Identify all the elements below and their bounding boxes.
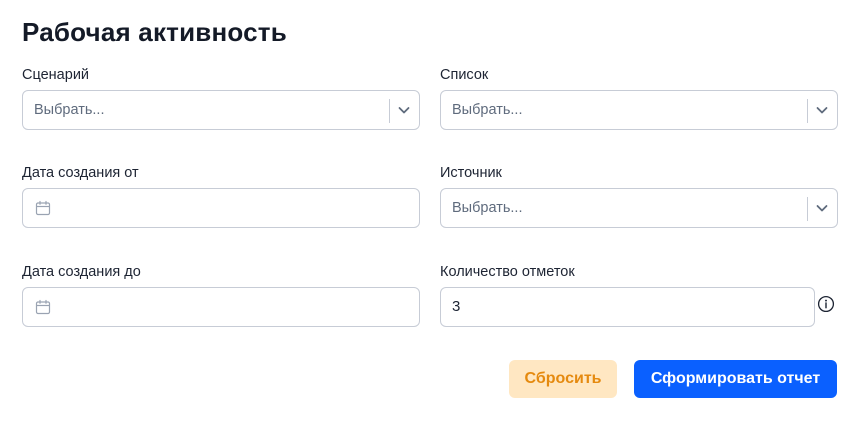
scenario-select[interactable]: Выбрать... (22, 90, 420, 130)
scenario-field: Сценарий Выбрать... (22, 66, 420, 130)
source-field: Источник Выбрать... (440, 164, 838, 228)
scenario-label: Сценарий (22, 67, 90, 83)
chevron-down-icon[interactable] (396, 102, 412, 118)
reset-button[interactable]: Сбросить (509, 360, 617, 398)
calendar-icon (35, 299, 51, 315)
scenario-placeholder: Выбрать... (34, 102, 105, 118)
marks-count-value: 3 (452, 298, 461, 315)
source-select-divider (807, 197, 808, 221)
chevron-down-icon[interactable] (814, 102, 830, 118)
list-placeholder: Выбрать... (452, 102, 523, 118)
created-from-label: Дата создания от (22, 165, 139, 181)
page-title: Рабочая активность (22, 17, 287, 47)
calendar-icon (35, 200, 51, 216)
list-select[interactable]: Выбрать... (440, 90, 838, 130)
scenario-select-divider (389, 99, 390, 123)
source-label: Источник (440, 165, 502, 181)
source-placeholder: Выбрать... (452, 200, 523, 216)
created-to-date-input[interactable] (22, 287, 420, 327)
marks-count-input[interactable]: 3 (440, 287, 815, 327)
info-icon[interactable] (817, 295, 835, 313)
source-select[interactable]: Выбрать... (440, 188, 838, 228)
list-select-divider (807, 99, 808, 123)
list-field: Список Выбрать... (440, 66, 838, 130)
created-to-label: Дата создания до (22, 264, 141, 280)
marks-count-field: Количество отметок 3 (440, 263, 838, 327)
created-from-field: Дата создания от (22, 164, 420, 228)
list-label: Список (440, 67, 489, 83)
marks-count-label: Количество отметок (440, 264, 575, 280)
created-from-date-input[interactable] (22, 188, 420, 228)
generate-report-button[interactable]: Сформировать отчет (634, 360, 837, 398)
chevron-down-icon[interactable] (814, 200, 830, 216)
created-to-field: Дата создания до (22, 263, 420, 327)
